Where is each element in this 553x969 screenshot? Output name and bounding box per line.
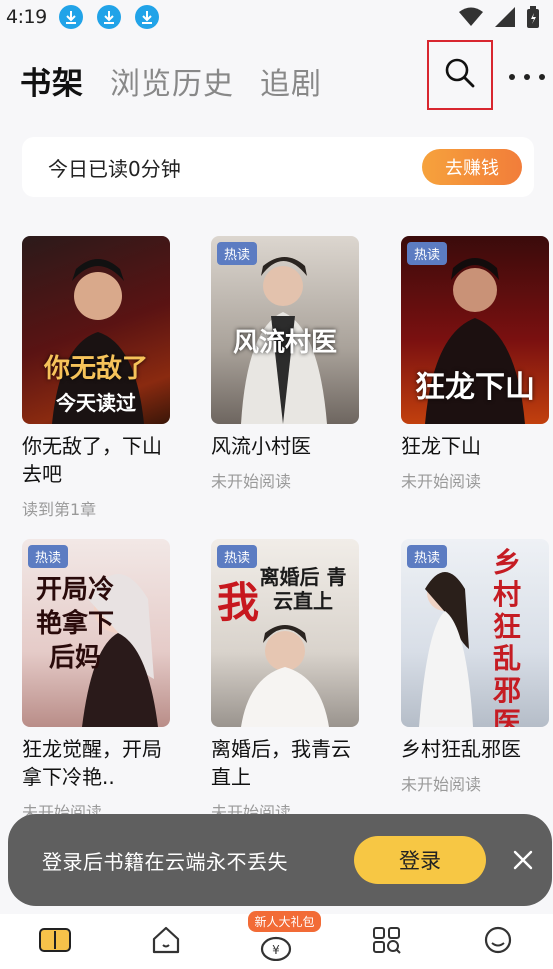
book-status: 未开始阅读 <box>401 472 482 491</box>
hot-badge: 热读 <box>407 545 448 568</box>
status-bar: 4:19 <box>0 0 553 34</box>
reading-time-card: 今日已读0分钟 去赚钱 <box>22 137 534 197</box>
book-cover[interactable]: 热读 开局冷艳拿下后妈 <box>22 539 170 727</box>
book-card[interactable]: 热读 乡村狂乱邪医 乡村狂乱邪医 未开始阅读 <box>401 539 551 795</box>
tab-history[interactable]: 浏览历史 <box>110 59 234 103</box>
download-icon <box>134 5 159 29</box>
book-card[interactable]: 热读 风流村医 风流小村医 未开始阅读 <box>211 236 361 492</box>
book-cover[interactable]: 热读 乡村狂乱邪医 <box>401 539 549 727</box>
book-status: 未开始阅读 <box>211 472 292 491</box>
cover-label: 乡村狂乱邪医 <box>492 546 521 728</box>
tab-bookshelf[interactable]: 书架 <box>20 58 84 103</box>
close-icon[interactable] <box>508 845 538 875</box>
nav-welfare[interactable]: 新人大礼包 ¥ <box>246 910 321 967</box>
nav-bookshelf[interactable] <box>25 917 85 967</box>
hot-badge: 热读 <box>217 242 258 265</box>
nav-profile[interactable] <box>468 917 528 967</box>
search-icon <box>444 57 476 93</box>
hot-badge: 热读 <box>407 242 448 265</box>
login-button[interactable]: 登录 <box>354 836 486 884</box>
book-icon <box>38 925 72 959</box>
category-icon <box>371 925 403 959</box>
book-card[interactable]: 你无敌了 今天读过 你无敌了，下山去吧 读到第1章 <box>22 236 172 520</box>
welfare-icon: ¥ <box>260 935 292 965</box>
cover-label: 离婚后 青云直上 <box>259 565 347 613</box>
cover-label: 今天读过 <box>56 391 136 415</box>
download-icon <box>58 5 83 29</box>
book-status: 读到第1章 <box>22 500 97 519</box>
new-user-gift-tag: 新人大礼包 <box>248 910 321 932</box>
book-cover[interactable]: 热读 狂龙下山 <box>401 236 549 424</box>
cover-label: 狂龙下山 <box>415 370 535 405</box>
svg-text:¥: ¥ <box>273 943 281 957</box>
book-cover[interactable]: 热读 离婚后 青云直上 我 <box>211 539 359 727</box>
top-tabs: 书架 浏览历史 追剧 <box>20 58 322 103</box>
nav-home[interactable] <box>136 917 196 967</box>
cover-label: 风流村医 <box>232 328 337 358</box>
book-title[interactable]: 狂龙觉醒，开局拿下冷艳.. <box>22 735 172 791</box>
book-cover[interactable]: 你无敌了 今天读过 <box>22 236 170 424</box>
book-status: 未开始阅读 <box>401 775 482 794</box>
reading-time-text: 今日已读0分钟 <box>48 156 181 181</box>
download-icon <box>96 5 121 29</box>
status-time: 4:19 <box>6 6 47 28</box>
login-prompt-toast: 登录后书籍在云端永不丢失 登录 <box>8 814 552 906</box>
book-title[interactable]: 离婚后，我青云直上 <box>211 735 361 791</box>
book-title[interactable]: 狂龙下山 <box>401 432 551 460</box>
book-cover[interactable]: 热读 风流村医 <box>211 236 359 424</box>
book-title[interactable]: 风流小村医 <box>211 432 361 460</box>
book-card[interactable]: 热读 开局冷艳拿下后妈 狂龙觉醒，开局拿下冷艳.. 未开始阅读 <box>22 539 172 823</box>
search-button[interactable] <box>427 40 493 110</box>
book-card[interactable]: 热读 离婚后 青云直上 我 离婚后，我青云直上 未开始阅读 <box>211 539 361 823</box>
book-card[interactable]: 热读 狂龙下山 狂龙下山 未开始阅读 <box>401 236 551 492</box>
profile-icon <box>482 925 514 959</box>
cover-calligraphy: 我 <box>217 578 260 627</box>
login-prompt-text: 登录后书籍在云端永不丢失 <box>42 849 288 874</box>
battery-icon <box>527 6 539 32</box>
book-title[interactable]: 乡村狂乱邪医 <box>401 735 551 763</box>
signal-icon <box>495 7 515 31</box>
more-options-icon[interactable] <box>509 64 545 90</box>
cover-label: 开局冷艳拿下后妈 <box>35 575 114 673</box>
tab-drama[interactable]: 追剧 <box>260 59 322 103</box>
wifi-icon <box>459 7 483 31</box>
nav-category[interactable] <box>357 917 417 967</box>
hot-badge: 热读 <box>28 545 69 568</box>
bottom-nav: 新人大礼包 ¥ <box>0 910 553 969</box>
earn-money-button[interactable]: 去赚钱 <box>422 149 522 185</box>
home-icon <box>150 925 182 959</box>
book-title[interactable]: 你无敌了，下山去吧 <box>22 432 172 488</box>
